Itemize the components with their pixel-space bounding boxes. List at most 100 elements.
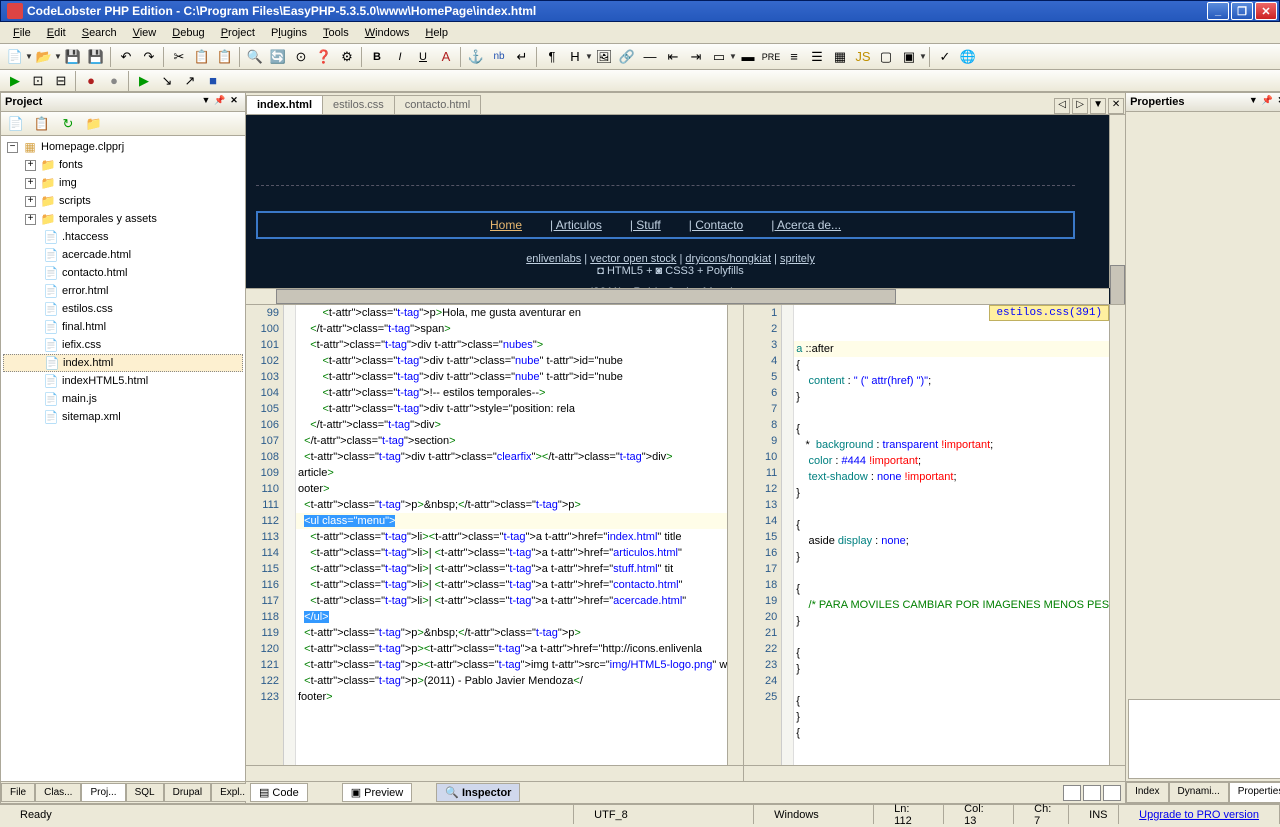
tab-prev-icon[interactable]: ◁ bbox=[1054, 98, 1070, 114]
editor-right[interactable]: 1234567891011121314151617181920212223242… bbox=[744, 305, 1125, 781]
editor-left[interactable]: 9910010110210310410510610710810911011111… bbox=[246, 305, 744, 781]
browser-icon[interactable]: 🌐 bbox=[957, 46, 979, 68]
menu-edit[interactable]: Edit bbox=[39, 25, 74, 41]
tree-folder[interactable]: +📁img bbox=[3, 174, 243, 192]
italic-icon[interactable]: I bbox=[389, 46, 411, 68]
debug-start-icon[interactable]: ⊡ bbox=[27, 70, 49, 92]
tree-file[interactable]: 📄iefix.css bbox=[3, 336, 243, 354]
underline-icon[interactable]: U bbox=[412, 46, 434, 68]
expander-icon[interactable]: + bbox=[25, 160, 36, 171]
preview-link[interactable]: dryicons/hongkiat bbox=[685, 253, 771, 265]
tree-folder[interactable]: +📁scripts bbox=[3, 192, 243, 210]
menu-search[interactable]: Search bbox=[74, 25, 125, 41]
layout-vert-icon[interactable] bbox=[1103, 785, 1121, 801]
css-source-badge[interactable]: estilos.css(391) bbox=[989, 305, 1109, 321]
file-tab[interactable]: estilos.css bbox=[322, 95, 395, 114]
ol-icon[interactable]: ≡ bbox=[783, 46, 805, 68]
nbsp-icon[interactable]: nb bbox=[488, 46, 510, 68]
indent-left-icon[interactable]: ⇤ bbox=[662, 46, 684, 68]
replace-icon[interactable]: 🔄 bbox=[267, 46, 289, 68]
font-color-icon[interactable]: A bbox=[435, 46, 457, 68]
proj-refresh-icon[interactable]: ↻ bbox=[57, 113, 79, 135]
scrollbar-horizontal[interactable] bbox=[744, 765, 1125, 781]
file-tab[interactable]: index.html bbox=[246, 95, 323, 114]
maximize-button[interactable]: ❐ bbox=[1231, 2, 1253, 20]
run-icon[interactable]: ▶ bbox=[4, 70, 26, 92]
hr-icon[interactable]: — bbox=[639, 46, 661, 68]
tree-file[interactable]: 📄final.html bbox=[3, 318, 243, 336]
menu-windows[interactable]: Windows bbox=[357, 25, 418, 41]
copy-icon[interactable]: 📋 bbox=[191, 46, 213, 68]
paragraph-icon[interactable]: ¶ bbox=[541, 46, 563, 68]
bottom-tab[interactable]: File bbox=[1, 783, 35, 802]
menu-help[interactable]: Help bbox=[417, 25, 456, 41]
panel-dropdown-icon[interactable]: ▼ bbox=[1246, 95, 1260, 109]
pre-icon[interactable]: PRE bbox=[760, 46, 782, 68]
cut-icon[interactable]: ✂ bbox=[168, 46, 190, 68]
expander-icon[interactable]: − bbox=[7, 142, 18, 153]
scrollbar-vertical[interactable] bbox=[727, 305, 743, 765]
scrollbar-vertical[interactable] bbox=[1109, 115, 1125, 288]
link-icon[interactable]: 🔗 bbox=[616, 46, 638, 68]
expander-icon[interactable]: + bbox=[25, 178, 36, 189]
help-icon[interactable]: ❓ bbox=[313, 46, 335, 68]
proj-copy-icon[interactable]: 📋 bbox=[31, 113, 53, 135]
menu-file[interactable]: File bbox=[5, 25, 39, 41]
code-area[interactable]: <t-attr">class="t-tag">p>Hola, me gusta … bbox=[296, 305, 727, 765]
tab-list-icon[interactable]: ▼ bbox=[1090, 98, 1106, 114]
div-icon[interactable]: ▭ bbox=[708, 46, 730, 68]
expander-icon[interactable]: + bbox=[25, 196, 36, 207]
validate-icon[interactable]: ✓ bbox=[934, 46, 956, 68]
save-icon[interactable]: 💾 bbox=[62, 46, 84, 68]
menu-debug[interactable]: Debug bbox=[164, 25, 212, 41]
tab-close-icon[interactable]: ✕ bbox=[1108, 98, 1124, 114]
tree-file[interactable]: 📄indexHTML5.html bbox=[3, 372, 243, 390]
open-icon[interactable]: 📂 bbox=[33, 46, 55, 68]
preview-nav-item[interactable]: | Acerca de... bbox=[771, 218, 841, 232]
preview-link[interactable]: enlivenlabs bbox=[526, 253, 581, 265]
view-tab-inspector[interactable]: 🔍Inspector bbox=[436, 783, 520, 802]
preview-link[interactable]: vector open stock bbox=[590, 253, 676, 265]
bottom-tab[interactable]: Clas... bbox=[35, 783, 81, 802]
stop-icon[interactable]: ■ bbox=[202, 70, 224, 92]
new-file-icon[interactable]: 📄 bbox=[4, 46, 26, 68]
heading-icon[interactable]: H bbox=[564, 46, 586, 68]
save-all-icon[interactable]: 💾 bbox=[85, 46, 107, 68]
menu-plugins[interactable]: Plugins bbox=[263, 25, 315, 41]
bottom-tab[interactable]: Drupal bbox=[164, 783, 211, 802]
br-icon[interactable]: ↵ bbox=[511, 46, 533, 68]
view-tab-code[interactable]: ▤Code bbox=[250, 783, 308, 802]
preview-nav-item[interactable]: | Contacto bbox=[689, 218, 743, 232]
tree-file[interactable]: 📄error.html bbox=[3, 282, 243, 300]
menu-project[interactable]: Project bbox=[213, 25, 263, 41]
indent-right-icon[interactable]: ⇥ bbox=[685, 46, 707, 68]
step-into-icon[interactable]: ↘ bbox=[156, 70, 178, 92]
tree-file[interactable]: 📄sitemap.xml bbox=[3, 408, 243, 426]
tree-file[interactable]: 📄acercade.html bbox=[3, 246, 243, 264]
paste-icon[interactable]: 📋 bbox=[214, 46, 236, 68]
minimize-button[interactable]: _ bbox=[1207, 2, 1229, 20]
menu-tools[interactable]: Tools bbox=[315, 25, 357, 41]
preview-nav-item[interactable]: | Articulos bbox=[550, 218, 602, 232]
breakpoint-icon[interactable]: ● bbox=[80, 70, 102, 92]
tree-file[interactable]: 📄.htaccess bbox=[3, 228, 243, 246]
proj-folder-icon[interactable]: 📁 bbox=[83, 113, 105, 135]
proj-new-icon[interactable]: 📄 bbox=[5, 113, 27, 135]
close-button[interactable]: ✕ bbox=[1255, 2, 1277, 20]
scrollbar-vertical[interactable] bbox=[1109, 305, 1125, 765]
layout-single-icon[interactable] bbox=[1063, 785, 1081, 801]
goto-icon[interactable]: ⊙ bbox=[290, 46, 312, 68]
script-icon[interactable]: JS bbox=[852, 46, 874, 68]
fold-gutter[interactable] bbox=[782, 305, 794, 765]
panel-close-icon[interactable]: ✕ bbox=[1274, 95, 1280, 109]
form-icon[interactable]: ▢ bbox=[875, 46, 897, 68]
panel-dropdown-icon[interactable]: ▼ bbox=[199, 95, 213, 109]
tree-folder[interactable]: +📁fonts bbox=[3, 156, 243, 174]
image-icon[interactable]: 🖼 bbox=[593, 46, 615, 68]
find-icon[interactable]: 🔍 bbox=[244, 46, 266, 68]
tree-file[interactable]: 📄main.js bbox=[3, 390, 243, 408]
debug-stop-icon[interactable]: ⊟ bbox=[50, 70, 72, 92]
breakpoint-disable-icon[interactable]: ● bbox=[103, 70, 125, 92]
menu-view[interactable]: View bbox=[125, 25, 165, 41]
file-tab[interactable]: contacto.html bbox=[394, 95, 481, 114]
